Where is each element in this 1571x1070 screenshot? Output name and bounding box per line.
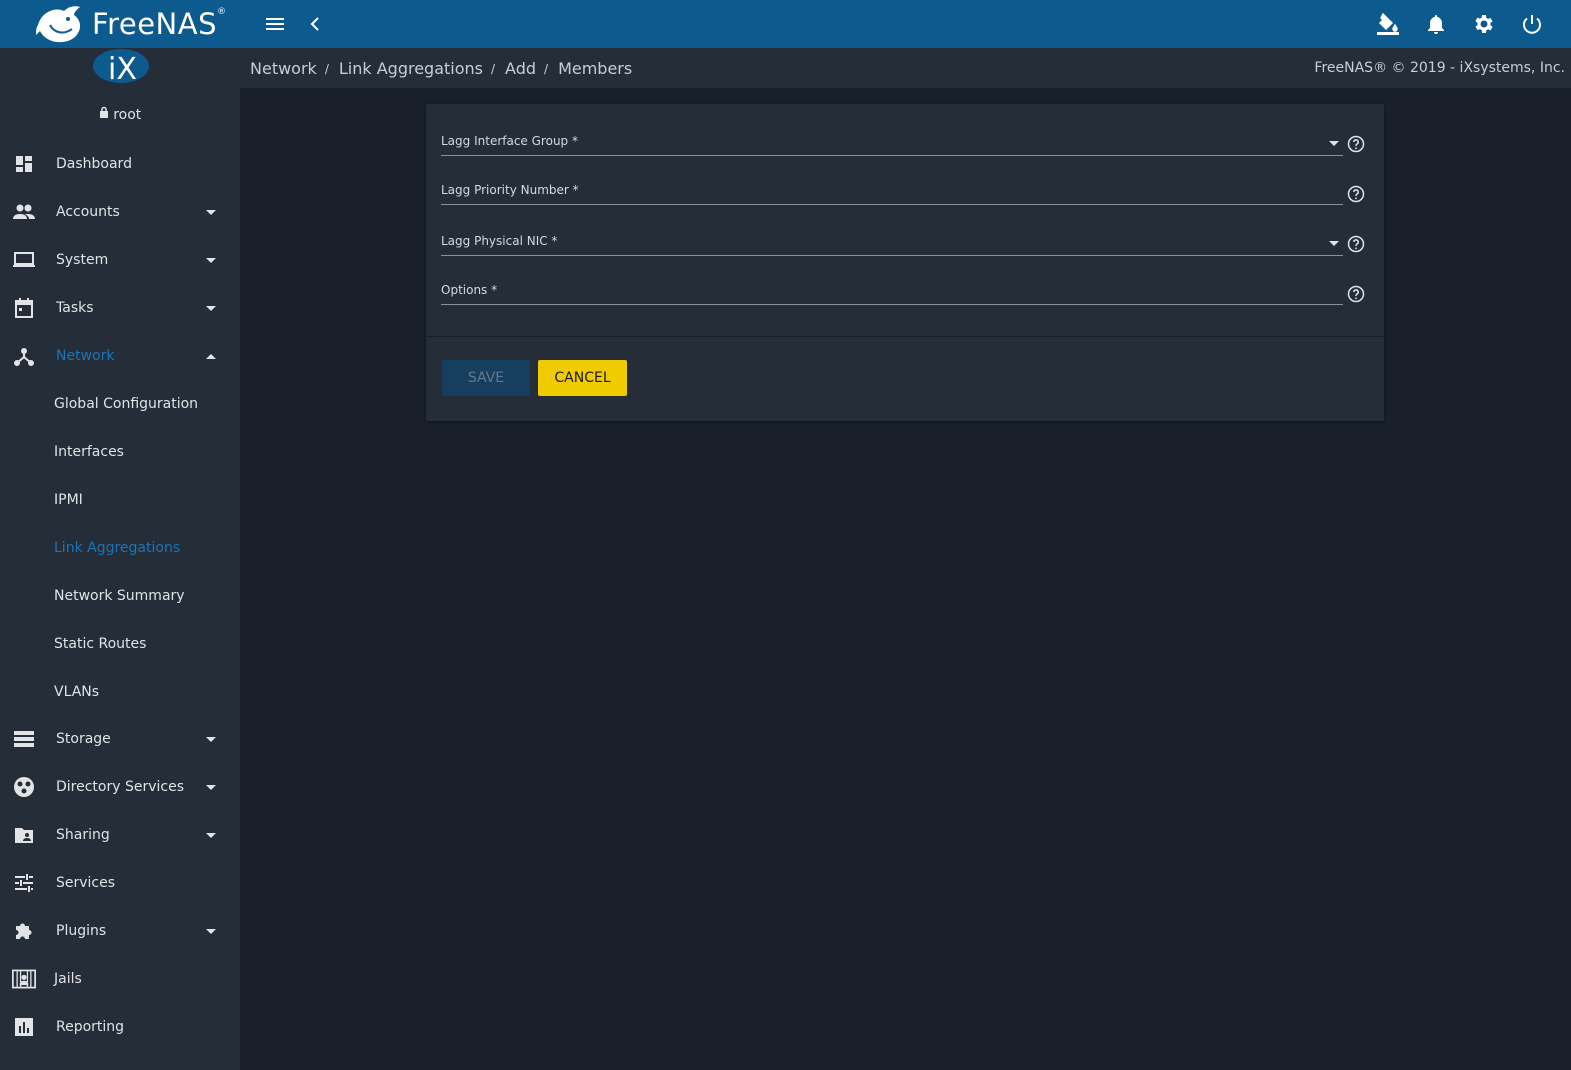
theme-paint-icon[interactable] [1376,12,1400,36]
chevron-down-icon [206,928,216,934]
sidebar-subitem-ipmi[interactable]: IPMI [0,476,240,524]
laptop-icon [12,248,36,272]
breadcrumb-bar: Network / Link Aggregations / Add / Members… [240,48,1571,88]
sidebar-item-jails[interactable]: Jails [0,955,240,1003]
sidebar-item-accounts[interactable]: Accounts [0,188,240,236]
sidebar-item-dashboard[interactable]: Dashboard [0,140,240,188]
cancel-button[interactable]: CANCEL [538,360,627,396]
chevron-down-icon [206,784,216,790]
breadcrumb: Network / Link Aggregations / Add / Members [250,59,633,78]
freenas-logo[interactable]: FreeNAS® [34,3,226,45]
username: root [113,107,142,123]
lagg-physical-nic-select[interactable]: Lagg Physical NIC * [441,226,1343,256]
chevron-down-icon [206,257,216,263]
chevron-down-icon [206,209,216,215]
user-info: root [0,106,240,123]
freenas-fish-icon [36,6,81,43]
storage-icon [12,727,36,751]
sidebar-item-tasks[interactable]: Tasks [0,284,240,332]
tune-icon [12,871,36,895]
sidebar-item-storage[interactable]: Storage [0,715,240,763]
lock-icon [99,106,109,122]
chevron-up-icon [206,353,216,359]
save-button[interactable]: SAVE [442,360,530,396]
app-name: FreeNAS® [92,7,227,41]
breadcrumb-add[interactable]: Add [505,59,536,78]
puzzle-icon [12,919,36,943]
sidebar-item-network[interactable]: Network [0,332,240,380]
help-icon[interactable] [1347,135,1365,153]
chevron-down-icon [206,305,216,311]
sidebar-subitem-interfaces[interactable]: Interfaces [0,428,240,476]
people-icon [12,200,36,224]
chevron-down-icon [1329,241,1339,246]
sidebar-item-system[interactable]: System [0,236,240,284]
help-icon[interactable] [1347,235,1365,253]
lagg-interface-group-select[interactable]: Lagg Interface Group * [441,126,1343,156]
calendar-icon [12,296,36,320]
power-icon[interactable] [1520,12,1544,36]
sidebar-subitem-link-aggregations[interactable]: Link Aggregations [0,524,240,572]
chevron-down-icon [1329,141,1339,146]
dashboard-icon [12,152,36,176]
menu-icon[interactable] [263,12,287,36]
network-icon [12,344,36,368]
sidebar-subitem-network-summary[interactable]: Network Summary [0,572,240,620]
breadcrumb-network[interactable]: Network [250,59,317,78]
jail-icon [12,967,36,991]
breadcrumb-link-aggregations[interactable]: Link Aggregations [339,59,483,78]
chart-icon [12,1015,36,1039]
top-toolbar: FreeNAS® [0,0,1571,48]
sidebar: iX root Dashboard Accounts System Tasks … [0,48,240,1070]
sidebar-item-reporting[interactable]: Reporting [0,1003,240,1051]
breadcrumb-members: Members [558,59,633,78]
ixsystems-logo: iX [93,49,149,86]
chevron-down-icon [206,832,216,838]
chevron-left-icon[interactable] [303,12,327,36]
chevron-down-icon [206,736,216,742]
sidebar-subitem-vlans[interactable]: VLANs [0,668,240,716]
gear-icon[interactable] [1472,12,1496,36]
sidebar-item-plugins[interactable]: Plugins [0,907,240,955]
options-input[interactable]: Options * [441,275,1343,305]
sidebar-item-directory-services[interactable]: Directory Services [0,763,240,811]
svg-text:iX: iX [108,52,137,86]
copyright: FreeNAS® © 2019 - iXsystems, Inc. [1314,60,1565,76]
folder-shared-icon [12,823,36,847]
help-icon[interactable] [1347,285,1365,303]
directory-icon [12,775,36,799]
sidebar-subitem-global-configuration[interactable]: Global Configuration [0,380,240,428]
sidebar-item-sharing[interactable]: Sharing [0,811,240,859]
form-divider [426,336,1384,337]
bell-icon[interactable] [1424,12,1448,36]
sidebar-item-services[interactable]: Services [0,859,240,907]
help-icon[interactable] [1347,185,1365,203]
lagg-priority-number-input[interactable]: Lagg Priority Number * [441,175,1343,205]
sidebar-subitem-static-routes[interactable]: Static Routes [0,620,240,668]
lagg-members-form: Lagg Interface Group * Lagg Priority Num… [426,104,1384,421]
